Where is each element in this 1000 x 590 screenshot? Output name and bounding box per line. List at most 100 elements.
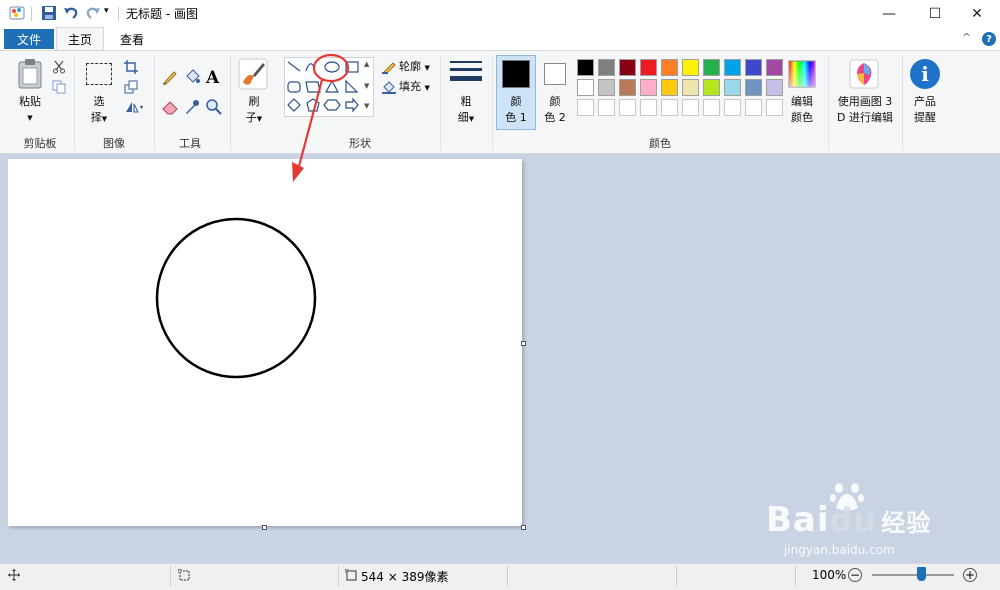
color1-swatch	[502, 60, 530, 88]
zoom-in-button[interactable]: +	[963, 568, 977, 582]
paint3d-icon[interactable]	[849, 59, 879, 89]
canvas-resize-handle-right[interactable]	[521, 341, 526, 346]
maximize-button[interactable]: ☐	[912, 0, 958, 27]
quick-access-divider	[31, 7, 32, 21]
undo-icon[interactable]	[62, 4, 80, 22]
fill-button[interactable]: 填充 ▼	[399, 79, 430, 96]
palette-color-swatch[interactable]	[619, 79, 636, 96]
oval-tool-highlight-circle	[312, 53, 350, 83]
annotation-arrow-shaft	[296, 79, 324, 171]
palette-color-swatch[interactable]	[724, 79, 741, 96]
outline-dropdown-icon: ▼	[424, 64, 430, 72]
paint3d-label-2: D 进行编辑	[837, 111, 893, 124]
palette-custom-color-slot[interactable]	[619, 99, 636, 116]
edit-colors-button[interactable]: 编辑 颜色	[784, 94, 820, 126]
outline-icon	[382, 62, 396, 74]
outline-button[interactable]: 轮廓 ▼	[399, 59, 430, 76]
magnifier-icon[interactable]	[205, 98, 223, 116]
shapes-scroll-down-icon[interactable]: ▼	[364, 82, 369, 90]
text-tool-icon[interactable]: A	[206, 68, 219, 88]
watermark-url: jingyan.baidu.com	[784, 543, 895, 557]
palette-color-swatch[interactable]	[682, 79, 699, 96]
shapes-expand-icon[interactable]: ▼	[364, 102, 369, 110]
info-icon[interactable]: i	[910, 59, 940, 89]
size-icon[interactable]	[450, 60, 482, 86]
tab-view[interactable]: 查看	[108, 29, 156, 49]
brushes-label-1: 刷	[248, 95, 260, 108]
brush-icon[interactable]	[238, 58, 268, 90]
tools-group-label: 工具	[179, 137, 201, 150]
close-button[interactable]: ✕	[954, 0, 1000, 27]
palette-custom-color-slot[interactable]	[661, 99, 678, 116]
select-icon[interactable]	[86, 63, 112, 85]
palette-color-swatch[interactable]	[661, 79, 678, 96]
palette-color-swatch[interactable]	[661, 59, 678, 76]
brushes-button[interactable]: 刷 子▼	[240, 94, 268, 127]
tab-home[interactable]: 主页	[56, 27, 104, 50]
paint3d-button[interactable]: 使用画图 3 D 进行编辑	[832, 94, 898, 126]
save-icon[interactable]	[40, 4, 58, 22]
image-group-label: 图像	[103, 137, 125, 150]
canvas-resize-handle-corner[interactable]	[521, 525, 526, 530]
watermark-bai-text: Bai	[766, 500, 830, 540]
cut-icon[interactable]	[52, 60, 66, 74]
palette-color-swatch[interactable]	[682, 59, 699, 76]
palette-custom-color-slot[interactable]	[577, 99, 594, 116]
copy-icon[interactable]	[52, 80, 66, 94]
product-alert-button[interactable]: 产品 提醒	[906, 94, 944, 126]
zoom-level-text: 100%	[812, 568, 847, 582]
palette-color-swatch[interactable]	[598, 59, 615, 76]
palette-color-swatch[interactable]	[703, 79, 720, 96]
palette-color-swatch[interactable]	[745, 79, 762, 96]
fill-bucket-icon[interactable]	[183, 68, 201, 86]
select-label-1: 选	[93, 95, 105, 108]
canvas-resize-handle-bottom[interactable]	[262, 525, 267, 530]
select-button[interactable]: 选 择▼	[86, 94, 112, 127]
palette-color-swatch[interactable]	[724, 59, 741, 76]
status-divider	[338, 566, 339, 586]
pencil-icon[interactable]	[161, 68, 179, 86]
palette-custom-color-slot[interactable]	[598, 99, 615, 116]
palette-color-swatch[interactable]	[766, 59, 783, 76]
group-divider	[154, 56, 155, 150]
palette-custom-color-slot[interactable]	[745, 99, 762, 116]
paste-button[interactable]: 粘贴 ▼	[14, 94, 46, 126]
palette-custom-color-slot[interactable]	[766, 99, 783, 116]
palette-color-swatch[interactable]	[577, 79, 594, 96]
palette-color-swatch[interactable]	[766, 79, 783, 96]
palette-custom-color-slot[interactable]	[724, 99, 741, 116]
palette-custom-color-slot[interactable]	[682, 99, 699, 116]
zoom-out-button[interactable]: −	[848, 568, 862, 582]
palette-color-swatch[interactable]	[598, 79, 615, 96]
size-button[interactable]: 粗 细▼	[452, 94, 480, 127]
palette-custom-color-slot[interactable]	[640, 99, 657, 116]
color2-button[interactable]: 颜 色 2	[537, 94, 573, 126]
palette-custom-color-slot[interactable]	[703, 99, 720, 116]
palette-color-swatch[interactable]	[619, 59, 636, 76]
watermark-du-text: du	[829, 501, 878, 539]
resize-icon[interactable]	[124, 80, 138, 94]
shapes-scroll-up-icon[interactable]: ▲	[364, 60, 369, 68]
palette-color-swatch[interactable]	[703, 59, 720, 76]
zoom-slider-track[interactable]	[872, 574, 954, 576]
customize-quick-access-icon[interactable]: ▾	[104, 6, 109, 16]
edit-colors-icon[interactable]	[788, 60, 816, 88]
palette-color-swatch[interactable]	[577, 59, 594, 76]
palette-color-swatch[interactable]	[640, 59, 657, 76]
edit-colors-label-1: 编辑	[791, 95, 813, 108]
help-icon[interactable]: ?	[982, 32, 996, 46]
color-picker-icon[interactable]	[183, 98, 201, 116]
minimize-button[interactable]: —	[866, 0, 912, 27]
zoom-slider-thumb[interactable]	[917, 567, 927, 581]
paste-icon[interactable]	[16, 58, 44, 90]
eraser-icon[interactable]	[161, 98, 179, 116]
rotate-icon[interactable]	[124, 100, 144, 114]
crop-icon[interactable]	[124, 60, 138, 74]
palette-color-swatch[interactable]	[640, 79, 657, 96]
collapse-ribbon-icon[interactable]: ^	[962, 31, 971, 44]
color2-swatch[interactable]	[544, 63, 566, 85]
palette-color-swatch[interactable]	[745, 59, 762, 76]
redo-icon[interactable]	[84, 4, 102, 22]
tab-file[interactable]: 文件	[4, 29, 54, 49]
paint-app-icon[interactable]	[8, 4, 26, 22]
